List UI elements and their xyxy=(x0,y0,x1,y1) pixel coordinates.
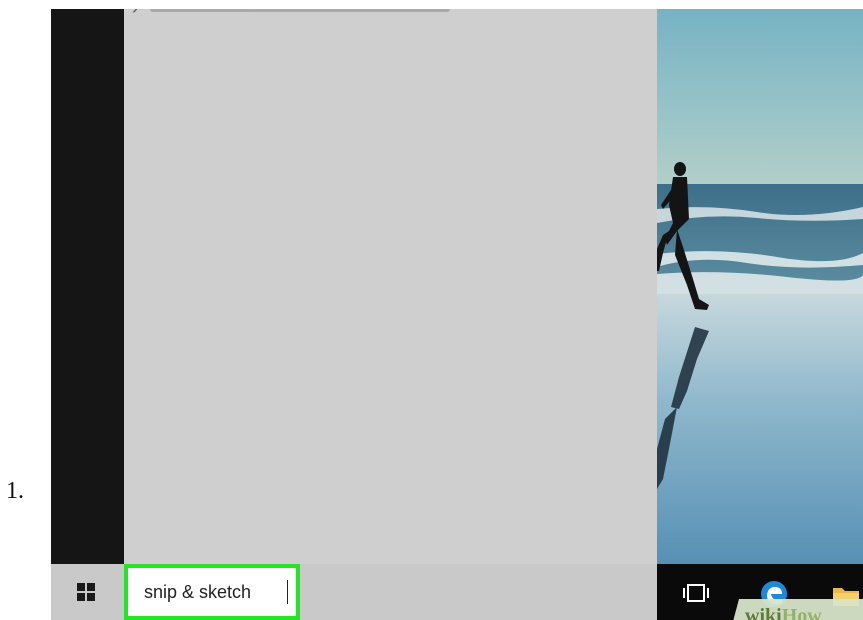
start-button[interactable] xyxy=(68,578,104,606)
truncated-search-result[interactable]: › xyxy=(132,9,450,19)
chevron-right-icon: › xyxy=(132,9,138,19)
task-view-button[interactable] xyxy=(679,579,713,607)
start-menu-panel: › xyxy=(124,9,657,564)
screenshot-frame: › xyxy=(51,9,863,620)
search-box[interactable] xyxy=(124,564,300,620)
task-view-icon xyxy=(683,584,709,602)
watermark-banner: wikiHow xyxy=(733,599,863,620)
step-number: 1. xyxy=(6,478,24,504)
search-input[interactable] xyxy=(144,581,294,603)
beach-runner-image xyxy=(657,9,863,564)
wikihow-watermark: wikiHow wikiHow xyxy=(731,599,863,620)
svg-text:wikiHow: wikiHow xyxy=(745,605,822,620)
desktop-wallpaper xyxy=(657,9,863,564)
text-cursor xyxy=(287,580,288,604)
windows-logo-icon xyxy=(77,583,95,601)
start-menu-rail xyxy=(51,9,124,564)
truncated-result-text xyxy=(150,9,450,12)
taskbar: wikiHow wikiHow xyxy=(51,564,863,620)
